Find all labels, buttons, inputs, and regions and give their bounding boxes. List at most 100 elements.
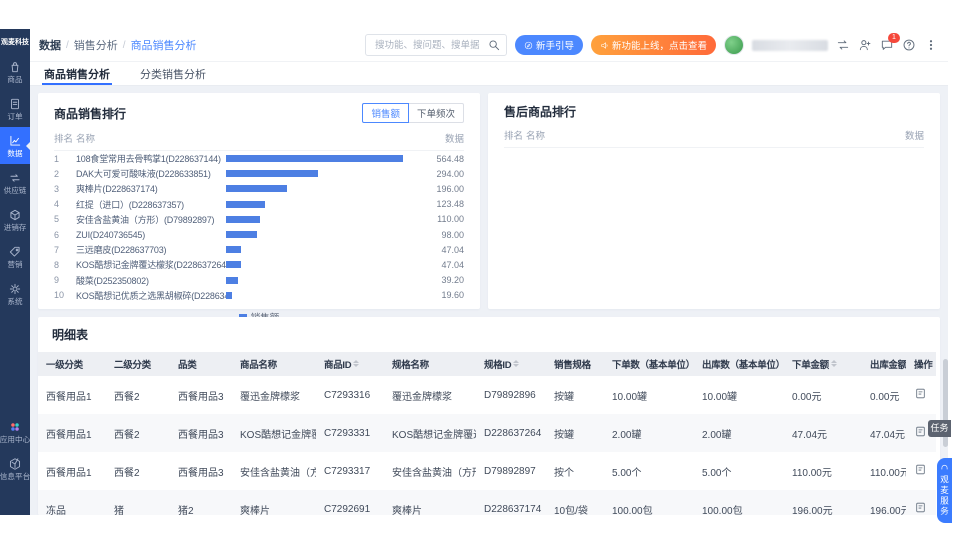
ranking-row: 5 安佳含盐黄油（方形）(D79892897) 110.00 <box>54 212 464 227</box>
column-header-商品ID[interactable]: 商品ID <box>316 352 384 376</box>
table-cell: 2.00罐 <box>612 429 642 441</box>
sales-value: 123.48 <box>436 199 464 210</box>
sidebar-item-orders[interactable]: 订单 <box>0 90 30 127</box>
app-window: 观麦科技 商品 订单 数据 供应链 进销存 营销 系统 应用中心 信息平台 数据 / 销售分析 / 商… <box>0 29 948 515</box>
sidebar-item-label: 供应链 <box>3 186 27 195</box>
aftersales-ranking-panel: 售后商品排行 排名 名称 数据 <box>488 93 940 309</box>
messages-icon[interactable]: 1 <box>880 33 900 52</box>
invite-user-icon[interactable] <box>858 38 872 52</box>
view-report-icon[interactable] <box>914 501 927 514</box>
rank-column-label: 排名 <box>54 134 74 145</box>
ranking-rows: 1 108食堂常用去骨鸭掌1(D228637144) 564.48 2 DAK大… <box>54 151 464 303</box>
sales-bar <box>226 170 318 178</box>
column-header-下单数（基本单位）[interactable]: 下单数（基本单位） <box>604 352 694 376</box>
ranking-product-name: 108食堂常用去骨鸭掌1(D228637144) <box>76 154 221 165</box>
sidebar-item-system[interactable]: 系统 <box>0 275 30 312</box>
table-cell: 覆迅金牌檬浆 <box>240 391 300 403</box>
sort-icon[interactable] <box>830 359 837 367</box>
sidebar-item-app-center[interactable]: 应用中心 <box>0 413 30 450</box>
search-input[interactable] <box>372 38 487 52</box>
sales-value: 47.04 <box>441 259 464 270</box>
metric-toggle-销售额[interactable]: 销售额 <box>362 103 409 123</box>
sort-icon[interactable] <box>353 359 360 367</box>
sidebar-item-marketing[interactable]: 营销 <box>0 238 30 275</box>
table-cell: 爽棒片 <box>392 505 422 516</box>
table-cell: 覆迅金牌檬浆 <box>392 391 452 403</box>
sales-value: 47.04 <box>441 244 464 255</box>
sidebar-item-label: 应用中心 <box>0 435 31 444</box>
sales-value: 110.00 <box>437 214 464 225</box>
ranking-row: 6 ZUI(D240736545) 98.00 <box>54 227 464 242</box>
sidebar-item-label: 进销存 <box>3 223 27 232</box>
sidebar-item-goods[interactable]: 商品 <box>0 53 30 90</box>
sidebar-item-inventory[interactable]: 进销存 <box>0 201 30 238</box>
customer-service-button[interactable]: 观麦服务 <box>937 458 952 523</box>
table-cell: D228637264 <box>484 427 542 439</box>
metric-toggle-下单频次[interactable]: 下单频次 <box>408 103 464 123</box>
table-cell: 0.00元 <box>870 391 900 403</box>
column-header-规格ID[interactable]: 规格ID <box>476 352 546 376</box>
sort-icon[interactable] <box>513 359 520 367</box>
sales-bar <box>226 261 241 269</box>
column-header-出库金额[interactable]: 出库金额 <box>862 352 906 376</box>
ranking-product-name: 三远磨皮(D228637703) <box>76 245 167 256</box>
tab-分类销售分析[interactable]: 分类销售分析 <box>138 62 208 85</box>
table-cell: D79892897 <box>484 465 536 477</box>
ranking-product-name: 红提（进口）(D228637357) <box>76 199 184 210</box>
sidebar-item-data[interactable]: 数据 <box>0 127 30 164</box>
scrollbar[interactable] <box>942 29 948 515</box>
avatar[interactable] <box>724 35 744 55</box>
ranking-product-name: KOS酷想记金牌覆达檬浆(D228637264) <box>76 260 226 271</box>
table-cell: 10.00罐 <box>702 391 738 403</box>
table-cell: 冻品 <box>46 505 66 516</box>
ranking-row: 9 酸菜(D252350802) 39.20 <box>54 273 464 288</box>
value-column-label: 数据 <box>904 131 924 142</box>
global-search[interactable] <box>364 34 507 56</box>
table-cell: 猪2 <box>178 505 194 516</box>
sidebar-item-supply-chain[interactable]: 供应链 <box>0 164 30 201</box>
breadcrumb-item[interactable]: 销售分析 <box>74 37 118 53</box>
column-header-出库数（基本单位）[interactable]: 出库数（基本单位） <box>694 352 784 376</box>
sidebar-item-label: 数据 <box>7 149 23 158</box>
switch-account-icon[interactable] <box>836 38 850 52</box>
metric-toggle: 销售额 下单频次 <box>362 103 464 123</box>
breadcrumb-item[interactable]: 商品销售分析 <box>131 37 197 53</box>
help-icon[interactable] <box>902 38 916 52</box>
task-floating-tab[interactable]: 任务 <box>928 420 951 437</box>
table-cell: 2.00罐 <box>702 429 732 441</box>
ranking-row: 7 三远磨皮(D228637703) 47.04 <box>54 242 464 257</box>
newbie-guide-button[interactable]: 新手引导 <box>514 35 583 55</box>
table-cell: C7292691 <box>324 503 371 515</box>
new-feature-button[interactable]: 新功能上线，点击查看 <box>590 35 716 55</box>
ranking-row: 3 爽棒片(D228637174) 196.00 <box>54 181 464 196</box>
sales-bar <box>226 231 257 239</box>
chart-icon <box>10 135 21 146</box>
detail-table-panel: 明细表 一级分类 二级分类 品类 商品名称 商品ID 规格名称 规格ID 销售规格 下单数（基本… <box>38 317 940 515</box>
table-cell: 100.00包 <box>702 505 743 516</box>
view-report-icon[interactable] <box>914 425 927 438</box>
search-icon[interactable] <box>487 38 501 52</box>
apps-icon <box>11 423 19 431</box>
view-report-icon[interactable] <box>914 463 927 476</box>
rank-number: 3 <box>54 183 60 194</box>
tab-商品销售分析[interactable]: 商品销售分析 <box>42 62 112 85</box>
table-cell: 196.00元 <box>870 505 906 516</box>
content: 商品销售排行 销售额 下单频次 排名 名称 数据 1 108食堂常用去骨鸭掌1(D… <box>30 86 948 515</box>
table-cell: D228637174 <box>484 503 542 515</box>
supply-icon <box>10 174 20 182</box>
rank-number: 9 <box>54 275 60 286</box>
column-header-下单金额[interactable]: 下单金额 <box>784 352 862 376</box>
sidebar-item-label: 商品 <box>7 75 23 84</box>
table-cell: 西餐用品1 <box>46 467 92 479</box>
more-menu-icon[interactable] <box>924 38 938 52</box>
view-report-icon[interactable] <box>914 387 927 400</box>
table-cell: 按个 <box>554 467 574 479</box>
platform-icon <box>9 458 21 470</box>
detail-table-title: 明细表 <box>52 328 89 342</box>
breadcrumb-item[interactable]: 数据 <box>39 37 61 53</box>
ranking-row: 4 红提（进口）(D228637357) 123.48 <box>54 197 464 212</box>
column-header-销售规格: 销售规格 <box>546 352 604 376</box>
rank-number: 2 <box>54 168 60 179</box>
sidebar-item-info-platform[interactable]: 信息平台 <box>0 450 30 487</box>
table-cell: 西餐用品1 <box>46 429 92 441</box>
